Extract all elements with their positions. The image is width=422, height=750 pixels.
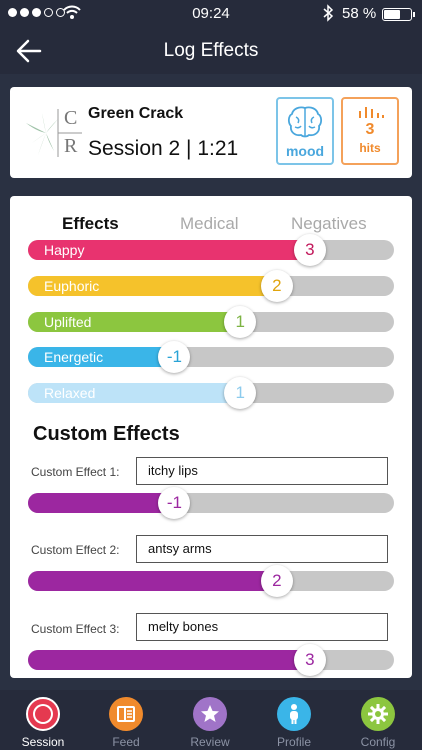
slider-label: Euphoric [44, 278, 100, 294]
hits-label: hits [359, 141, 381, 155]
nav-label: Profile [276, 735, 311, 749]
logo-letter-r: R [64, 135, 78, 157]
effect-tabs: Effects Medical Negatives [10, 214, 412, 236]
hits-button[interactable]: 3 hits [341, 97, 399, 165]
custom-effect-label: Custom Effect 3: [31, 622, 120, 636]
bottom-nav: Session Feed Review Profile Config [0, 690, 422, 750]
page-title: Log Effects [163, 40, 259, 61]
bluetooth-icon [323, 4, 334, 22]
status-bar: 09:24 58 % [0, 0, 422, 28]
person-icon [277, 697, 311, 731]
nav-feed[interactable]: Feed [84, 697, 168, 749]
custom-effect-slider[interactable]: 3 [28, 644, 394, 676]
bars-icon [359, 107, 384, 118]
feed-icon [109, 697, 143, 731]
slider-energetic[interactable]: Energetic -1 [28, 341, 394, 373]
slider-label: Relaxed [44, 385, 96, 401]
strain-card: C R Green Crack Session 2 | 1:21 mood 3 … [10, 87, 412, 178]
nav-session[interactable]: Session [1, 697, 85, 749]
brain-icon [287, 106, 323, 138]
custom-effect-slider[interactable]: 2 [28, 565, 394, 597]
record-icon [26, 697, 60, 731]
slider-relaxed[interactable]: Relaxed 1 [28, 377, 394, 409]
session-info: Session 2 | 1:21 [88, 137, 239, 160]
gear-icon [361, 697, 395, 731]
slider-fill [28, 571, 277, 591]
nav-profile[interactable]: Profile [252, 697, 336, 749]
slider-knob[interactable]: 2 [260, 565, 293, 597]
tab-negatives[interactable]: Negatives [291, 214, 367, 234]
battery-icon [382, 8, 415, 21]
nav-label: Session [21, 735, 65, 749]
battery-percent: 58 % [342, 5, 377, 22]
hits-count: 3 [365, 121, 375, 138]
custom-effect-input[interactable]: melty bones [136, 613, 388, 641]
slider-label: Uplifted [44, 314, 92, 330]
slider-knob[interactable]: -1 [158, 487, 191, 519]
mood-button[interactable]: mood [276, 97, 334, 165]
slider-knob[interactable]: 1 [224, 377, 257, 409]
slider-label: Happy [44, 242, 85, 258]
tab-effects[interactable]: Effects [62, 214, 119, 234]
slider-happy[interactable]: Happy 3 [28, 234, 394, 266]
custom-effect-slider[interactable]: -1 [28, 487, 394, 519]
strain-name: Green Crack [88, 105, 184, 122]
mood-label: mood [285, 143, 325, 159]
slider-knob[interactable]: 2 [260, 270, 293, 302]
nav-review[interactable]: Review [168, 697, 252, 749]
tab-medical[interactable]: Medical [180, 214, 239, 234]
slider-uplifted[interactable]: Uplifted 1 [28, 306, 394, 338]
nav-config[interactable]: Config [336, 697, 420, 749]
slider-fill [28, 493, 175, 513]
effects-panel: Effects Medical Negatives Happy 3 Euphoric… [10, 196, 412, 678]
custom-effects-title: Custom Effects [33, 423, 180, 445]
slider-knob[interactable]: -1 [158, 341, 191, 373]
custom-effect-label: Custom Effect 1: [31, 465, 120, 479]
slider-label: Energetic [44, 349, 104, 365]
slider-knob[interactable]: 3 [293, 644, 326, 676]
header: Log Effects [0, 28, 422, 74]
nav-label: Feed [112, 735, 140, 749]
strain-logo: C R [24, 105, 84, 161]
nav-label: Config [360, 735, 396, 749]
logo-letter-c: C [64, 107, 78, 129]
custom-effect-input[interactable]: itchy lips [136, 457, 388, 485]
custom-effect-label: Custom Effect 2: [31, 543, 120, 557]
star-icon [193, 697, 227, 731]
slider-knob[interactable]: 3 [293, 234, 326, 266]
nav-label: Review [190, 735, 230, 749]
custom-effect-input[interactable]: antsy arms [136, 535, 388, 563]
slider-euphoric[interactable]: Euphoric 2 [28, 270, 394, 302]
slider-knob[interactable]: 1 [224, 306, 257, 338]
slider-fill [28, 650, 310, 670]
